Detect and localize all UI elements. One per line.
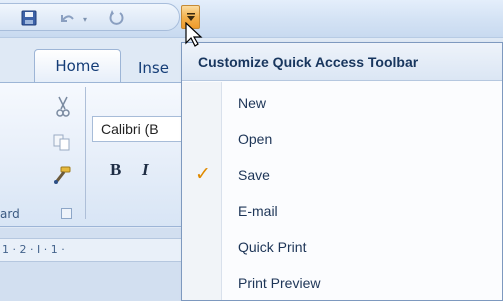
mouse-pointer-icon — [185, 21, 203, 52]
tab-home[interactable]: Home — [34, 49, 121, 83]
dropdown-arrow-icon — [187, 13, 195, 21]
menu-item-save[interactable]: ✓ Save — [182, 157, 502, 193]
ruler: 1 · 2 · I · 1 · — [0, 238, 200, 262]
dialog-launcher-icon[interactable] — [61, 208, 72, 219]
menu-item-new[interactable]: New — [182, 85, 502, 121]
menu-item-open[interactable]: Open — [182, 121, 502, 157]
menu-item-label: Print Preview — [238, 275, 321, 291]
clipboard-group-label: ard — [0, 207, 20, 221]
quick-access-toolbar: ▾ — [0, 3, 180, 31]
menu-item-label: E-mail — [238, 203, 278, 219]
format-painter-icon[interactable] — [52, 165, 72, 189]
undo-dropdown-icon[interactable]: ▾ — [83, 15, 87, 24]
menu-item-print-preview[interactable]: Print Preview — [182, 265, 502, 301]
scissors-icon[interactable] — [56, 96, 70, 122]
undo-icon[interactable] — [59, 10, 75, 26]
checkmark-icon: ✓ — [195, 163, 211, 185]
italic-button[interactable]: I — [142, 160, 149, 180]
menu-item-label: Quick Print — [238, 239, 307, 255]
bold-button[interactable]: B — [110, 160, 121, 180]
menu-title: Customize Quick Access Toolbar — [182, 43, 502, 81]
menu-item-label: Save — [238, 167, 270, 183]
save-icon[interactable] — [21, 10, 37, 26]
menu-item-label: Open — [238, 131, 273, 147]
group-separator — [85, 87, 86, 219]
menu-item-quick-print[interactable]: Quick Print — [182, 229, 502, 265]
redo-icon[interactable] — [108, 10, 124, 26]
font-name-box[interactable]: Calibri (B — [92, 116, 187, 142]
title-bar: ▾ — [0, 0, 503, 38]
copy-icon[interactable] — [52, 133, 72, 155]
customize-qat-menu: Customize Quick Access Toolbar New Open … — [181, 42, 503, 301]
menu-item-email[interactable]: E-mail — [182, 193, 502, 229]
menu-item-label: New — [238, 95, 267, 111]
